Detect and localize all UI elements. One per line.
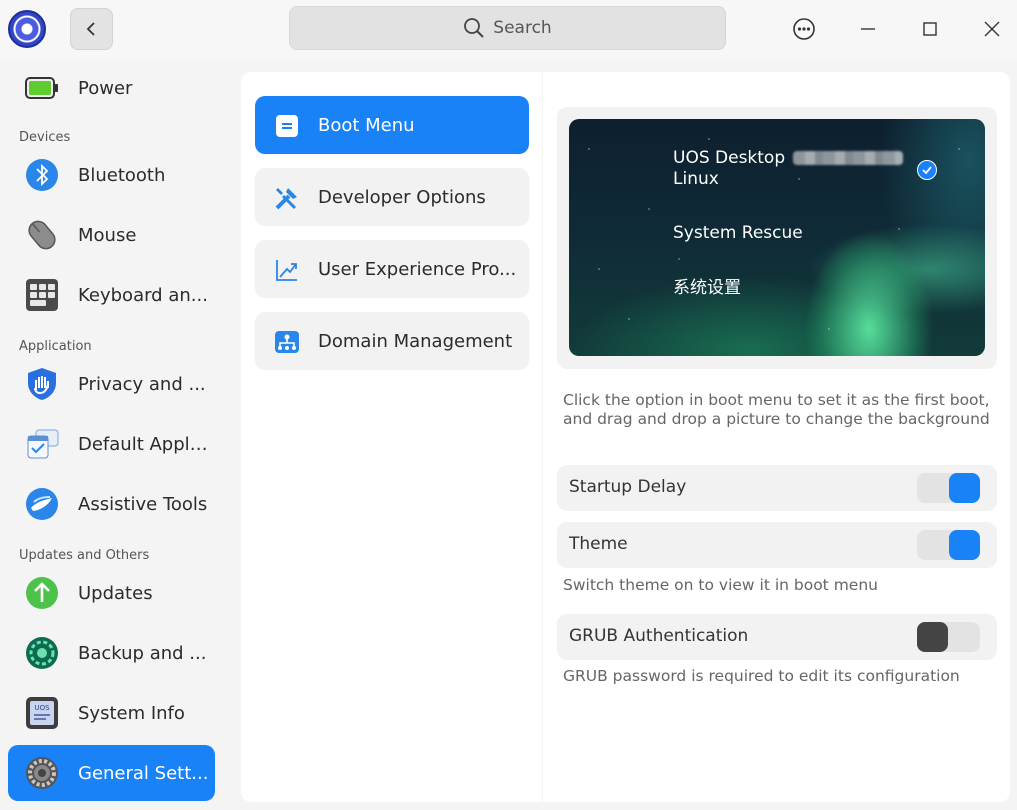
sidebar-item-mouse[interactable]: Mouse (8, 207, 215, 263)
sidebar-item-system-info[interactable]: UOS System Info (8, 685, 215, 741)
grub-auth-toggle[interactable] (917, 622, 980, 652)
menu-item-label: User Experience Pro... (318, 258, 517, 280)
theme-row: Theme (557, 522, 997, 568)
close-button[interactable] (972, 10, 1012, 48)
general-gear-icon (26, 757, 58, 789)
sidebar-item-label: Updates (78, 582, 153, 604)
group-application: Application (19, 339, 92, 354)
group-updates: Updates and Others (19, 548, 150, 563)
sidebar-item-backup[interactable]: Backup and ... (8, 625, 215, 681)
sidebar-item-label: Power (78, 77, 133, 99)
boot-entry-rescue[interactable]: System Rescue (673, 223, 803, 244)
boot-menu-icon (276, 115, 298, 137)
boot-entry-settings[interactable]: 系统设置 (673, 278, 741, 299)
selected-check-icon (917, 160, 937, 180)
back-button[interactable] (70, 8, 113, 50)
boot-entry-label: UOS Desktop (673, 148, 786, 168)
toggle-knob (917, 622, 948, 652)
theme-hint: Switch theme on to view it in boot menu (563, 576, 878, 594)
default-apps-icon (27, 429, 59, 459)
redacted-text (793, 151, 904, 165)
sidebar-item-bluetooth[interactable]: Bluetooth (8, 147, 215, 203)
boot-entry-uos[interactable]: UOS Desktop Linux (673, 148, 904, 190)
battery-icon (25, 77, 58, 99)
sidebar-item-label: Keyboard an... (78, 284, 208, 306)
assistive-icon (26, 488, 58, 520)
menu-item-label: Developer Options (318, 186, 486, 208)
theme-label: Theme (569, 534, 628, 554)
trend-chart-icon (276, 260, 297, 281)
bluetooth-icon (26, 159, 58, 191)
general-settings-menu: Boot Menu Developer Options User Experie… (241, 72, 542, 802)
close-icon (984, 21, 1000, 37)
minimize-icon (861, 28, 875, 30)
search-input[interactable]: Search (289, 6, 726, 50)
menu-item-label: Boot Menu (318, 114, 415, 136)
more-icon (793, 18, 815, 40)
menu-item-label: Domain Management (318, 330, 513, 352)
sidebar-item-general-settings[interactable]: General Sett... (8, 745, 215, 801)
menu-item-user-experience[interactable]: User Experience Pro... (255, 240, 529, 298)
sidebar: Power Devices Bluetooth Mouse Keyboard a… (0, 60, 229, 810)
more-menu-button[interactable] (784, 10, 824, 48)
title-bar: Search (0, 0, 1017, 60)
menu-item-developer-options[interactable]: Developer Options (255, 168, 529, 226)
toggle-knob (949, 473, 980, 503)
boot-menu-panel: UOS Desktop Linux System Rescue 系统设置 Cli… (543, 72, 1010, 802)
grub-auth-label: GRUB Authentication (569, 626, 749, 646)
search-placeholder: Search (493, 18, 552, 38)
startup-delay-row: Startup Delay (557, 465, 997, 511)
sidebar-item-label: General Sett... (78, 762, 209, 784)
sidebar-item-label: System Info (78, 702, 185, 724)
sidebar-item-label: Privacy and ... (78, 373, 206, 395)
sidebar-item-keyboard[interactable]: Keyboard an... (8, 267, 215, 323)
app-logo-icon (8, 10, 46, 48)
grub-auth-hint: GRUB password is required to edit its co… (563, 667, 960, 685)
sidebar-item-default-apps[interactable]: Default Appli... (8, 416, 215, 472)
domain-network-icon (275, 331, 299, 353)
sidebar-item-label: Mouse (78, 224, 137, 246)
update-arrow-icon (26, 577, 58, 609)
sidebar-item-assistive[interactable]: Assistive Tools (8, 476, 215, 532)
theme-toggle[interactable] (917, 530, 980, 560)
toggle-knob (949, 530, 980, 560)
mouse-icon (28, 220, 56, 250)
search-icon (464, 18, 485, 38)
menu-item-domain-management[interactable]: Domain Management (255, 312, 529, 370)
sidebar-item-power[interactable]: Power (8, 60, 215, 116)
menu-item-boot-menu[interactable]: Boot Menu (255, 96, 529, 154)
boot-entry-label-2: Linux (673, 169, 719, 189)
group-devices: Devices (19, 130, 71, 145)
boot-background-image[interactable]: UOS Desktop Linux System Rescue 系统设置 (569, 119, 985, 356)
startup-delay-label: Startup Delay (569, 477, 687, 497)
boot-menu-hint: Click the option in boot menu to set it … (563, 391, 990, 428)
sidebar-item-privacy[interactable]: Privacy and ... (8, 356, 215, 412)
svg-text:UOS: UOS (34, 704, 50, 712)
maximize-icon (923, 22, 937, 36)
sidebar-item-updates[interactable]: Updates (8, 565, 215, 621)
sidebar-item-label: Backup and ... (78, 642, 207, 664)
developer-tools-icon (275, 188, 297, 210)
minimize-button[interactable] (848, 10, 888, 48)
keyboard-icon (26, 279, 58, 311)
chevron-left-icon (86, 22, 95, 36)
system-info-icon: UOS (26, 697, 58, 729)
startup-delay-toggle[interactable] (917, 473, 980, 503)
sidebar-item-label: Bluetooth (78, 164, 166, 186)
sidebar-item-label: Default Appli... (78, 433, 210, 455)
sidebar-item-label: Assistive Tools (78, 493, 208, 515)
maximize-button[interactable] (910, 10, 950, 48)
boot-preview-card: UOS Desktop Linux System Rescue 系统设置 (557, 107, 997, 369)
privacy-hand-icon (28, 368, 56, 400)
grub-auth-row: GRUB Authentication (557, 614, 997, 660)
backup-gear-icon (26, 637, 58, 669)
